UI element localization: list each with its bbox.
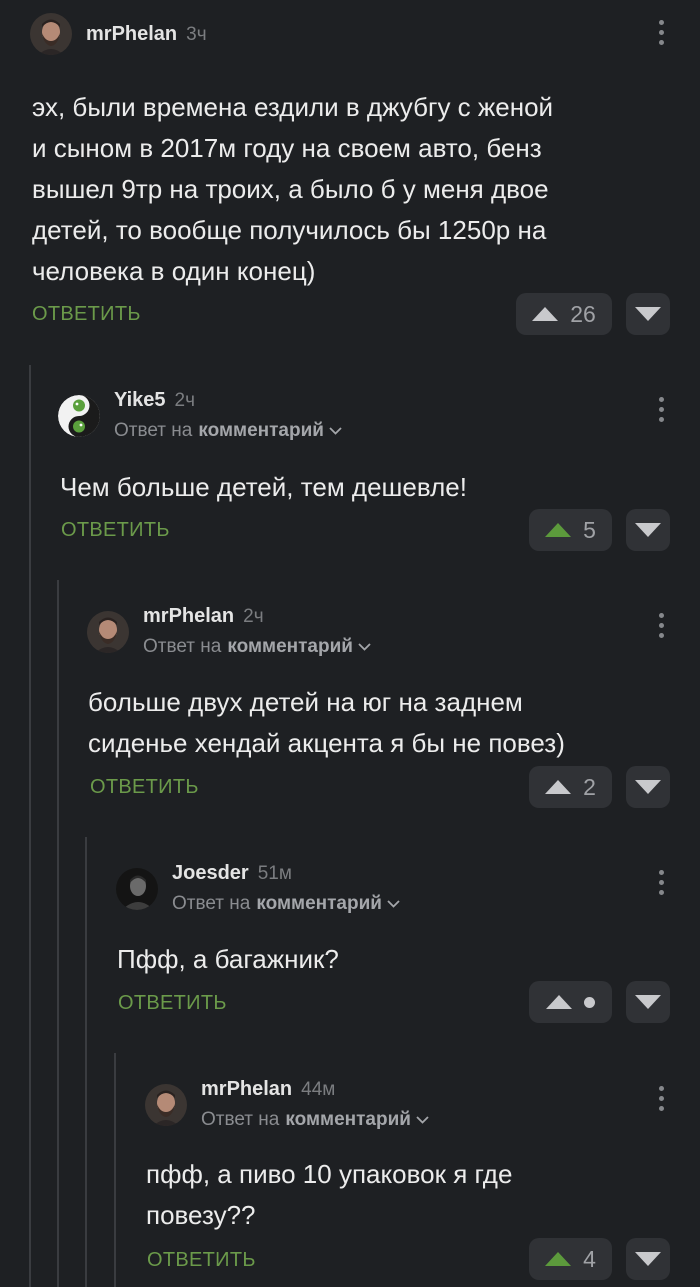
username[interactable]: Yike5: [114, 389, 166, 412]
upvote-arrow-icon: [532, 307, 559, 321]
reply-to-link[interactable]: Ответ на комментарий: [201, 1109, 429, 1131]
reply-to-target: комментарий: [256, 893, 382, 914]
comment-text: Чем больше детей, тем дешевле!: [60, 472, 467, 502]
chevron-down-icon: [387, 900, 400, 908]
comment-text: Пфф, а багажник?: [117, 944, 339, 974]
chevron-down-icon: [416, 1116, 429, 1124]
downvote-button[interactable]: [626, 981, 670, 1023]
thread-line-level-1: [29, 365, 31, 1287]
chevron-down-icon: [329, 427, 342, 435]
reply-button[interactable]: ОТВЕТИТЬ: [61, 519, 170, 542]
reply-to-target: комментарий: [285, 1109, 411, 1130]
reply-to-label: Ответ на: [143, 636, 222, 657]
downvote-button[interactable]: [626, 509, 670, 551]
downvote-arrow-icon: [635, 307, 661, 321]
comment-time: 44м: [301, 1079, 336, 1100]
reply-to-label: Ответ на: [114, 420, 193, 441]
comment-meta: mrPhelan 44м Ответ на комментарий: [201, 1078, 429, 1131]
comment-header: mrPhelan 2ч Ответ на комментарий: [87, 605, 371, 658]
comment-meta: Yike5 2ч Ответ на комментарий: [114, 389, 342, 442]
upvote-button[interactable]: [529, 981, 612, 1023]
bearded-man-avatar-icon[interactable]: [30, 13, 72, 55]
comment-meta: mrPhelan 2ч Ответ на комментарий: [143, 605, 371, 658]
more-options-icon[interactable]: [657, 870, 665, 895]
username[interactable]: mrPhelan: [86, 23, 177, 46]
comment-time: 2ч: [174, 390, 195, 411]
upvote-arrow-icon: [545, 780, 572, 794]
username[interactable]: Joesder: [172, 862, 249, 885]
reply-to-target: комментарий: [198, 420, 324, 441]
comment-header: Joesder 51м Ответ на комментарий: [116, 862, 400, 915]
upvote-button[interactable]: 2: [529, 766, 612, 808]
thread-line-level-3: [85, 837, 87, 1287]
hidden-rating-dot-icon: [584, 996, 595, 1008]
downvote-arrow-icon: [635, 995, 661, 1009]
reply-button[interactable]: ОТВЕТИТЬ: [118, 992, 227, 1015]
yin-yang-frog-avatar-icon[interactable]: [58, 394, 100, 437]
upvote-button[interactable]: 26: [516, 293, 612, 335]
comment-header: Yike5 2ч Ответ на комментарий: [58, 389, 342, 442]
bearded-man-avatar-icon[interactable]: [145, 1083, 187, 1126]
comment-text: больше двух детей на юг на заднем сидень…: [88, 687, 565, 758]
rating-count: 26: [570, 300, 596, 327]
reply-to-label: Ответ на: [172, 893, 251, 914]
thread-line-level-4: [114, 1053, 116, 1287]
rating-count: 2: [583, 773, 596, 800]
bearded-man-avatar-icon[interactable]: [87, 610, 129, 653]
more-options-icon[interactable]: [657, 613, 665, 638]
comment-time: 3ч: [186, 23, 207, 45]
chevron-down-icon: [358, 643, 371, 651]
reply-to-link[interactable]: Ответ на комментарий: [143, 636, 371, 658]
reply-to-label: Ответ на: [201, 1109, 280, 1130]
reply-to-link[interactable]: Ответ на комментарий: [114, 420, 342, 442]
downvote-arrow-icon: [635, 780, 661, 794]
reply-button[interactable]: ОТВЕТИТЬ: [90, 776, 199, 799]
downvote-button[interactable]: [626, 293, 670, 335]
username[interactable]: mrPhelan: [143, 605, 234, 628]
reply-to-link[interactable]: Ответ на комментарий: [172, 893, 400, 915]
upvote-button[interactable]: 4: [529, 1238, 612, 1280]
reply-to-target: комментарий: [227, 636, 353, 657]
comment-time: 51м: [257, 863, 292, 884]
upvote-arrow-icon: [545, 1252, 572, 1266]
rating-count: 4: [583, 1245, 596, 1272]
more-options-icon[interactable]: [657, 1086, 665, 1111]
downvote-arrow-icon: [635, 523, 661, 537]
downvote-button[interactable]: [626, 1238, 670, 1280]
downvote-arrow-icon: [635, 1252, 661, 1266]
downvote-button[interactable]: [626, 766, 670, 808]
more-options-icon[interactable]: [657, 397, 665, 422]
username[interactable]: mrPhelan: [201, 1078, 292, 1101]
comment-header: mrPhelan 3ч: [30, 13, 207, 55]
dark-portrait-avatar-icon[interactable]: [116, 867, 158, 910]
comment-text: пфф, а пиво 10 упаковок я где повезу??: [146, 1159, 513, 1230]
reply-button[interactable]: ОТВЕТИТЬ: [32, 303, 141, 326]
comment-meta: mrPhelan 3ч: [86, 23, 207, 46]
comment-text: эх, были времена ездили в джубгу с женой…: [32, 92, 554, 286]
comment-header: mrPhelan 44м Ответ на комментарий: [145, 1078, 429, 1131]
reply-button[interactable]: ОТВЕТИТЬ: [147, 1249, 256, 1272]
more-options-icon[interactable]: [657, 20, 665, 45]
thread-line-level-2: [57, 580, 59, 1287]
rating-count: 5: [583, 516, 596, 543]
upvote-arrow-icon: [546, 995, 572, 1009]
comment-meta: Joesder 51м Ответ на комментарий: [172, 862, 400, 915]
upvote-arrow-icon: [545, 523, 572, 537]
upvote-button[interactable]: 5: [529, 509, 612, 551]
comment-time: 2ч: [243, 606, 264, 627]
